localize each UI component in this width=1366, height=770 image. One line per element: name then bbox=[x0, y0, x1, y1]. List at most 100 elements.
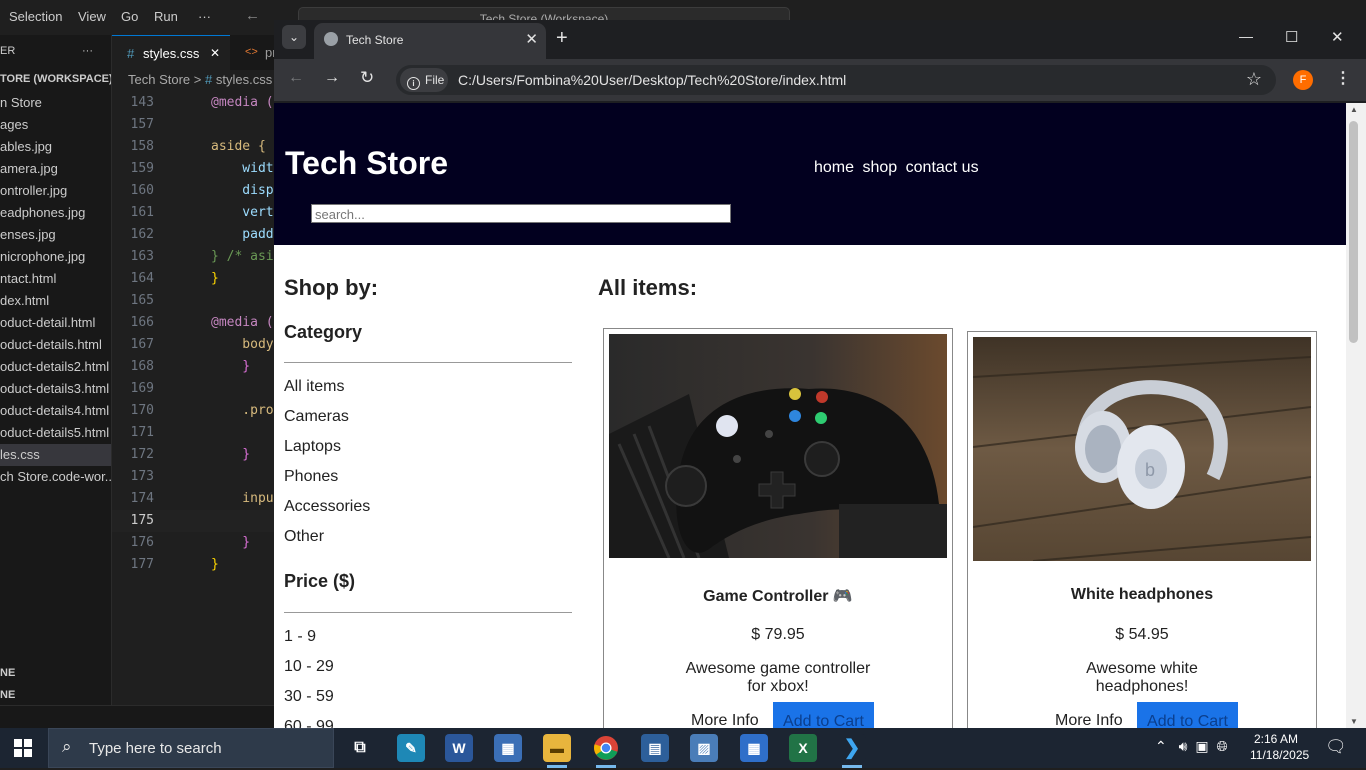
address-bar[interactable]: i File C:/Users/Fombina%20User/Desktop/Te… bbox=[396, 65, 1276, 95]
code-line[interactable]: 163} /* asi bbox=[112, 246, 277, 268]
code-line[interactable]: 162 padd bbox=[112, 224, 277, 246]
explorer-file-item[interactable]: nicrophone.jpg bbox=[0, 246, 111, 268]
nav-shop-link[interactable]: shop bbox=[862, 159, 897, 176]
more-info-button[interactable]: More Info bbox=[691, 712, 759, 728]
code-line[interactable]: 168 } bbox=[112, 356, 277, 378]
notification-center-icon[interactable]: 🗨︎ bbox=[1325, 737, 1347, 757]
menu-view[interactable]: View bbox=[78, 9, 106, 24]
taskbar-clock[interactable]: 2:16 AM 11/18/2025 bbox=[1250, 731, 1309, 763]
explorer-file-item[interactable]: eadphones.jpg bbox=[0, 202, 111, 224]
url-text[interactable]: C:/Users/Fombina%20User/Desktop/Tech%20S… bbox=[458, 72, 846, 88]
explorer-file-item[interactable]: oduct-details2.html bbox=[0, 356, 111, 378]
menu-more[interactable]: ··· bbox=[198, 9, 211, 24]
vscode-icon[interactable]: ❯ bbox=[838, 734, 866, 768]
add-to-cart-button[interactable]: Add to Cart bbox=[1137, 702, 1238, 728]
scroll-up-icon[interactable]: ▲ bbox=[1350, 105, 1358, 114]
timeline-section[interactable]: NE bbox=[0, 689, 15, 701]
close-window-button[interactable]: ✕ bbox=[1331, 28, 1344, 46]
scrollbar-thumb[interactable] bbox=[1349, 121, 1358, 343]
code-line[interactable]: 159 widt bbox=[112, 158, 277, 180]
browser-tab[interactable]: Tech Store ✕ bbox=[314, 23, 546, 59]
price-range-4[interactable]: 60 - 99 bbox=[284, 718, 334, 728]
nav-contact-link[interactable]: contact us bbox=[906, 159, 979, 176]
profile-avatar[interactable]: F bbox=[1293, 70, 1313, 90]
price-range-2[interactable]: 10 - 29 bbox=[284, 658, 334, 676]
code-line[interactable]: 176 } bbox=[112, 532, 277, 554]
show-hidden-icons-icon[interactable]: ⌃ bbox=[1155, 738, 1167, 754]
explorer-file-item[interactable]: oduct-details3.html bbox=[0, 378, 111, 400]
site-search-input[interactable]: search... bbox=[311, 204, 731, 223]
menu-selection[interactable]: Selection bbox=[9, 9, 62, 24]
tab-search-button[interactable]: ⌄ bbox=[282, 25, 306, 49]
code-line[interactable]: 143 @media ( bbox=[112, 92, 277, 114]
back-button[interactable]: ← bbox=[288, 69, 304, 87]
maximize-button[interactable]: ☐ bbox=[1285, 28, 1298, 46]
network-icon[interactable]: 🌐︎ bbox=[1216, 738, 1227, 754]
close-tab-icon[interactable]: ✕ bbox=[525, 30, 538, 48]
explorer-file-item[interactable]: dex.html bbox=[0, 290, 111, 312]
calculator-icon[interactable]: ▤ bbox=[641, 734, 669, 762]
excel-icon[interactable]: X bbox=[789, 734, 817, 762]
word-icon[interactable]: W bbox=[445, 734, 473, 762]
tab-styles-css[interactable]: # styles.css ✕ bbox=[112, 35, 230, 71]
category-accessories[interactable]: Accessories bbox=[284, 498, 370, 516]
meet-now-icon[interactable]: ▣ bbox=[1195, 738, 1208, 754]
forward-button[interactable]: → bbox=[324, 69, 340, 87]
taskbar-search-box[interactable]: ⌕ Type here to search bbox=[48, 728, 334, 768]
code-line[interactable]: 160 disp bbox=[112, 180, 277, 202]
outline-section[interactable]: NE bbox=[0, 667, 15, 679]
more-info-button[interactable]: More Info bbox=[1055, 712, 1123, 728]
site-info-chip[interactable]: i File bbox=[400, 68, 448, 92]
explorer-file-item[interactable]: enses.jpg bbox=[0, 224, 111, 246]
file-explorer-icon[interactable]: ▬ bbox=[543, 734, 571, 768]
new-tab-button[interactable]: + bbox=[556, 27, 568, 50]
explorer-file-item[interactable]: oduct-detail.html bbox=[0, 312, 111, 334]
code-line[interactable]: 175 v bbox=[112, 510, 277, 532]
category-laptops[interactable]: Laptops bbox=[284, 438, 341, 456]
calendar-icon[interactable]: ▦ bbox=[740, 734, 768, 762]
code-line[interactable]: 171 v bbox=[112, 422, 277, 444]
photos-icon[interactable]: ▨ bbox=[690, 734, 718, 762]
category-other[interactable]: Other bbox=[284, 528, 324, 546]
game-controller-image[interactable] bbox=[609, 334, 947, 558]
code-line[interactable]: 174 inpu bbox=[112, 488, 277, 510]
close-icon[interactable]: ✕ bbox=[210, 36, 220, 71]
category-all-items[interactable]: All items bbox=[284, 378, 344, 396]
explorer-file-item[interactable]: ables.jpg bbox=[0, 136, 111, 158]
add-to-cart-button[interactable]: Add to Cart bbox=[773, 702, 874, 728]
explorer-file-item[interactable]: amera.jpg bbox=[0, 158, 111, 180]
breadcrumb-folder[interactable]: Tech Store bbox=[128, 72, 190, 87]
bookmark-star-icon[interactable]: ☆ bbox=[1246, 69, 1262, 90]
code-line[interactable]: 170 .pro bbox=[112, 400, 277, 422]
code-line[interactable]: 158 aside { bbox=[112, 136, 277, 158]
code-line[interactable]: 157 bbox=[112, 114, 277, 136]
explorer-file-item[interactable]: ch Store.code-wor... bbox=[0, 466, 111, 488]
code-line[interactable]: 164} bbox=[112, 268, 277, 290]
explorer-file-item[interactable]: ntact.html bbox=[0, 268, 111, 290]
code-area[interactable]: 143 @media (157 158 aside {159 widt 160 disp… bbox=[112, 92, 277, 576]
category-cameras[interactable]: Cameras bbox=[284, 408, 349, 426]
minimize-button[interactable]: — bbox=[1239, 28, 1253, 44]
windows-start-icon[interactable] bbox=[14, 739, 32, 762]
price-range-1[interactable]: 1 - 9 bbox=[284, 628, 316, 646]
explorer-file-item[interactable]: oduct-details5.html bbox=[0, 422, 111, 444]
scroll-down-icon[interactable]: ▼ bbox=[1350, 717, 1358, 726]
code-line[interactable]: 166 @media ( bbox=[112, 312, 277, 334]
menu-go[interactable]: Go bbox=[121, 9, 138, 24]
white-headphones-image[interactable]: b bbox=[973, 337, 1311, 561]
chrome-icon[interactable] bbox=[592, 734, 620, 768]
volume-icon[interactable]: 🔊︎ bbox=[1179, 738, 1188, 754]
product-name[interactable]: White headphones bbox=[968, 586, 1316, 604]
product-name[interactable]: Game Controller 🎮 bbox=[604, 586, 952, 606]
breadcrumb-file[interactable]: styles.css bbox=[216, 72, 272, 87]
price-range-3[interactable]: 30 - 59 bbox=[284, 688, 334, 706]
explorer-file-item[interactable]: ontroller.jpg bbox=[0, 180, 111, 202]
reload-button[interactable]: ↻ bbox=[360, 68, 374, 88]
code-line[interactable]: 167 body bbox=[112, 334, 277, 356]
tab-product[interactable]: <> pr bbox=[231, 35, 277, 70]
code-line[interactable]: 177} bbox=[112, 554, 277, 576]
nav-home-link[interactable]: home bbox=[814, 159, 854, 176]
explorer-more-button[interactable]: ··· bbox=[82, 45, 93, 57]
explorer-file-item[interactable]: les.css bbox=[0, 444, 111, 466]
sticky-notes-icon[interactable]: ✎ bbox=[397, 734, 425, 762]
